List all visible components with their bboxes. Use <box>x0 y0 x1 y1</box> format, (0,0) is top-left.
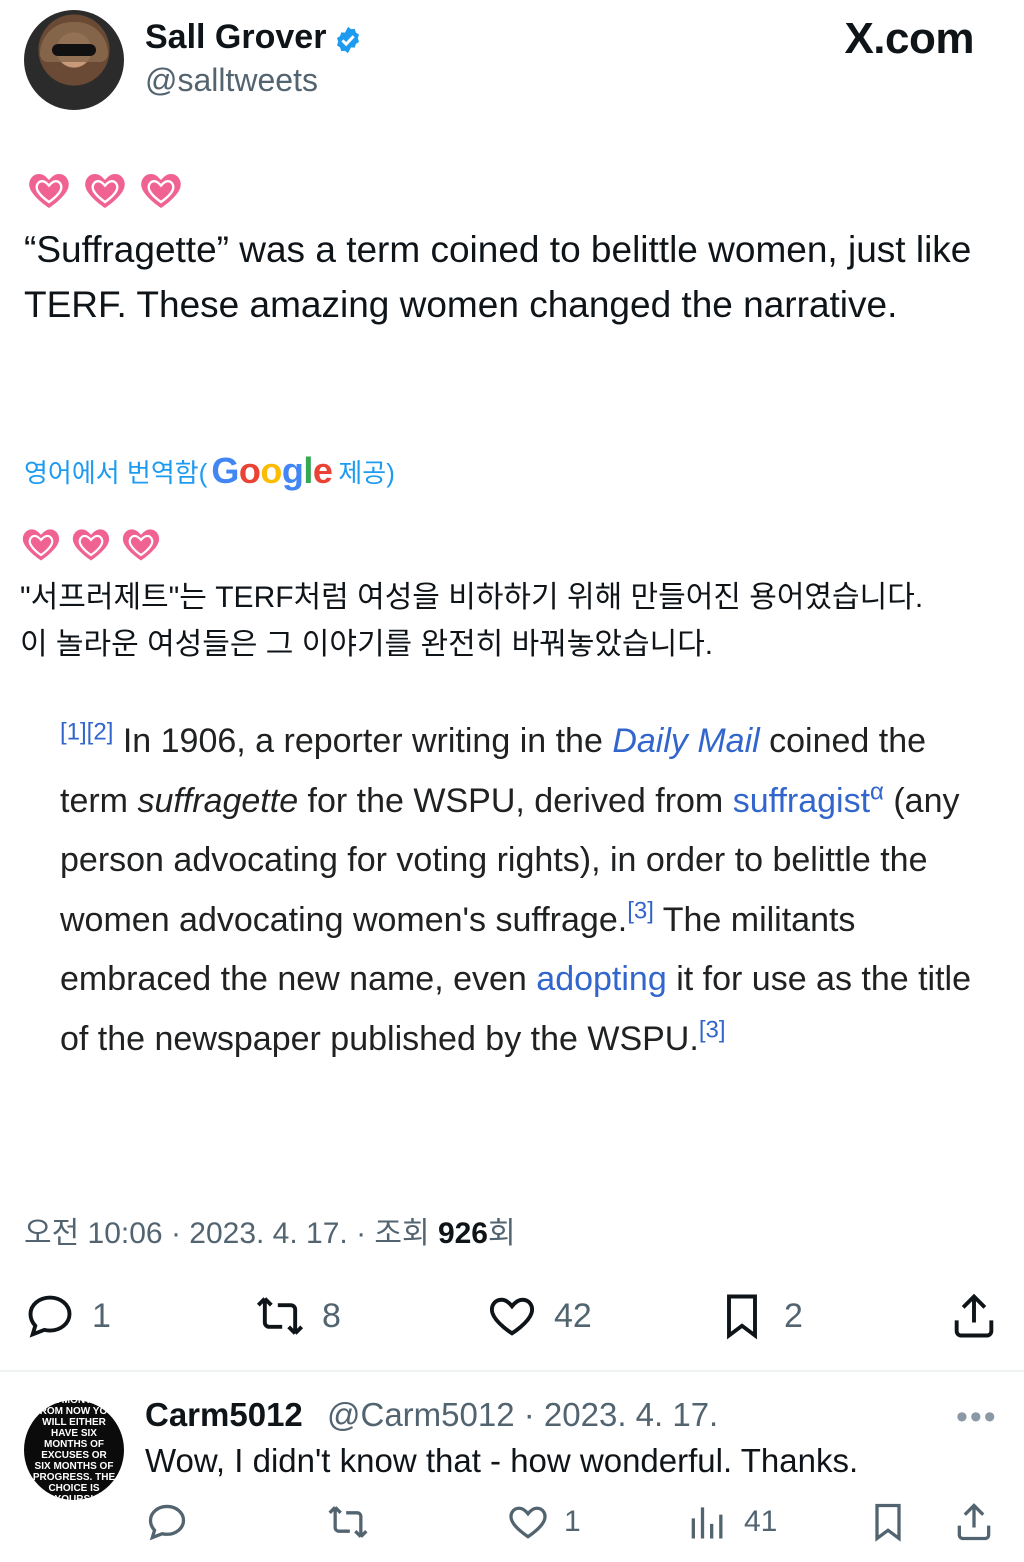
citation-3: [3] <box>627 897 654 925</box>
heart-icon <box>509 1506 547 1539</box>
author-display-name[interactable]: Sall Grover <box>145 18 326 57</box>
reply-icon <box>28 1295 72 1338</box>
suffragist-link: suffragist <box>732 781 871 820</box>
translated-line-2: 이 놀라운 여성들은 그 이야기를 완전히 바꿔놓았습니다. <box>20 628 714 661</box>
note-alpha: α <box>870 778 884 806</box>
citation-3: [3] <box>698 1016 726 1044</box>
bookmark-icon <box>727 1294 757 1340</box>
translated-text: "서프러제트"는 TERF처럼 여성을 비하하기 위해 만들어진 용어였습니다.… <box>20 574 1010 668</box>
site-logo: X.com <box>844 14 974 63</box>
reply-bookmark-button[interactable] <box>866 1500 910 1544</box>
citation-1-2: [1][2] <box>60 718 114 746</box>
heart-emojis-translated <box>18 522 164 566</box>
translated-line-1: "서프러제트"는 TERF처럼 여성을 비하하기 위해 만들어진 용어였습니다. <box>20 581 924 614</box>
reply-author-avatar[interactable]: Six months from now you will either have… <box>24 1395 124 1505</box>
author-handle[interactable]: @salltweets <box>145 62 318 99</box>
heart-icon <box>490 1297 534 1336</box>
growing-heart-emoji-icon <box>72 529 110 561</box>
wiki-text: In 1906, a reporter writing in the <box>113 722 613 760</box>
bookmark-button[interactable]: 2 <box>716 1290 803 1342</box>
author-avatar[interactable] <box>24 10 124 110</box>
reply-count: 1 <box>92 1296 111 1335</box>
growing-heart-emoji-icon <box>122 529 160 561</box>
tweet-timestamp[interactable]: 오전 10:06 · 2023. 4. 17. · 조회 926회 <box>24 1208 516 1252</box>
reply-author-name[interactable]: Carm5012 <box>145 1396 303 1434</box>
google-logo: Google <box>211 450 333 491</box>
tweet-text: “Suffragette” was a term coined to belit… <box>24 229 972 325</box>
growing-heart-emoji-icon <box>141 174 181 208</box>
view-count: 926 <box>437 1217 488 1250</box>
reply-icon <box>148 1504 186 1541</box>
verified-badge-icon <box>337 26 359 54</box>
reply-button[interactable]: 1 <box>24 1290 111 1342</box>
share-icon <box>957 1503 991 1541</box>
share-icon <box>954 1293 994 1338</box>
reply-view-count: 41 <box>744 1505 778 1538</box>
reply-like-button[interactable]: 1 <box>506 1500 581 1544</box>
growing-heart-emoji-icon <box>85 174 125 208</box>
translation-suffix: 제공) <box>338 457 395 488</box>
reply-text: Wow, I didn't know that - how wonderful.… <box>145 1442 859 1479</box>
bookmark-count: 2 <box>784 1296 803 1335</box>
reply-handle-date[interactable]: @Carm5012 · 2023. 4. 17. <box>327 1396 718 1434</box>
wikipedia-excerpt-image[interactable]: [1][2] In 1906, a reporter writing in th… <box>60 712 990 1069</box>
reply-like-count: 1 <box>564 1505 581 1538</box>
more-options-icon[interactable]: ••• <box>956 1398 998 1437</box>
reply-views-button[interactable]: 41 <box>686 1500 777 1544</box>
wiki-text: for the WSPU, derived from <box>298 781 733 820</box>
translation-prefix: 영어에서 번역함( <box>24 457 208 488</box>
repost-button[interactable]: 8 <box>254 1290 341 1342</box>
analytics-icon <box>691 1507 723 1539</box>
translation-attribution[interactable]: 영어에서 번역함( Google 제공) <box>24 450 395 492</box>
divider <box>0 1370 1024 1372</box>
daily-mail-link: Daily Mail <box>612 722 760 760</box>
growing-heart-emoji-icon <box>22 529 60 561</box>
suffragette-term: suffragette <box>137 781 299 820</box>
repost-icon <box>256 1297 304 1335</box>
reply-repost-button[interactable] <box>326 1500 370 1544</box>
repost-icon <box>328 1506 368 1538</box>
adopting-link: adopting <box>536 960 667 998</box>
reply-share-button[interactable] <box>952 1500 996 1544</box>
growing-heart-emoji-icon <box>29 174 69 208</box>
heart-emojis <box>24 166 186 214</box>
time-date: 오전 10:06 · 2023. 4. 17. · 조회 <box>24 1217 438 1250</box>
reply-reply-button[interactable] <box>145 1500 189 1544</box>
views-suffix: 회 <box>488 1217 516 1250</box>
bookmark-icon <box>875 1503 901 1542</box>
repost-count: 8 <box>322 1296 341 1335</box>
like-button[interactable]: 42 <box>486 1290 592 1342</box>
share-button[interactable] <box>948 1290 1000 1342</box>
like-count: 42 <box>554 1296 592 1335</box>
